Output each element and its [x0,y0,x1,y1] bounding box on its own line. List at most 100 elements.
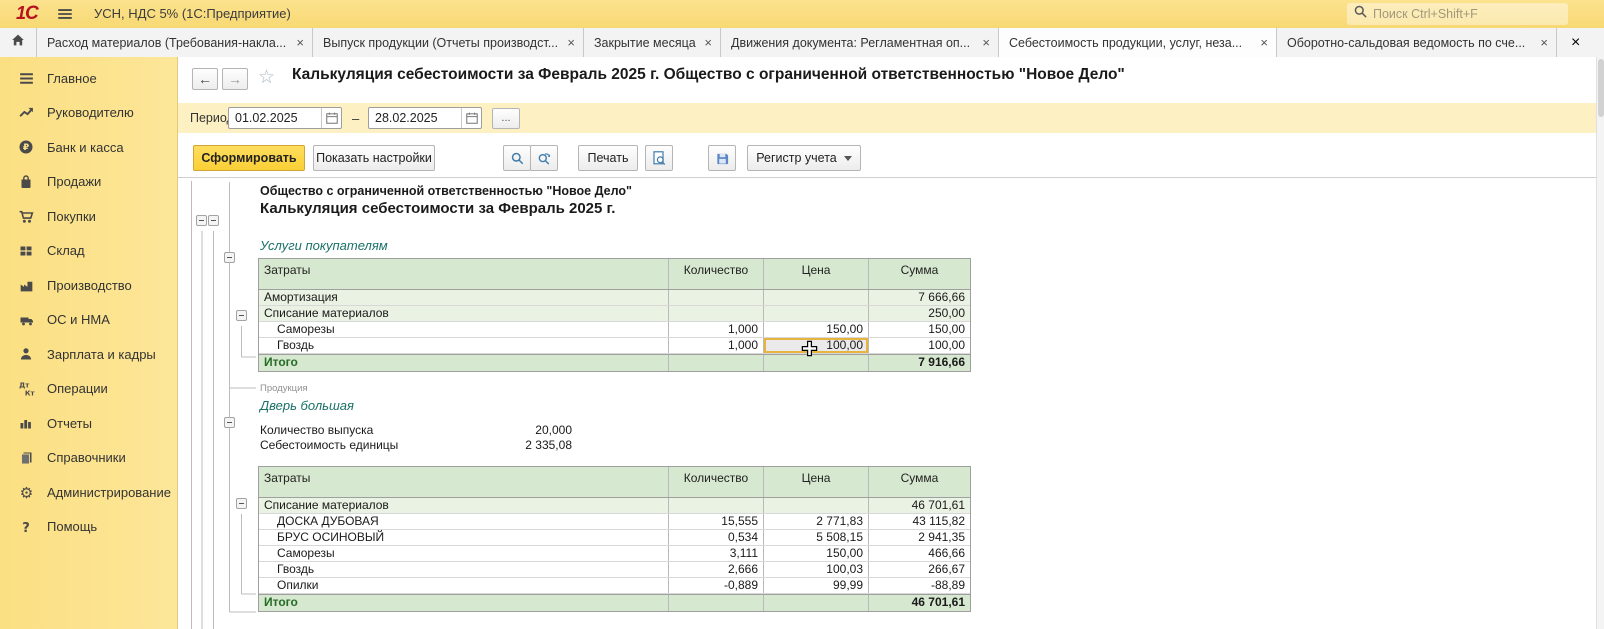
sidebar-item-главное[interactable]: Главное [0,61,177,96]
sum-cell[interactable]: 266,67 [869,562,970,577]
show-settings-button[interactable]: Показать настройки [313,145,435,171]
quantity-cell[interactable]: 2,666 [669,562,764,577]
price-cell[interactable] [764,306,869,321]
table-row[interactable]: Саморезы1,000150,00150,00 [259,322,970,338]
table-row[interactable]: Гвоздь1,000100,00100,00 [259,338,970,354]
save-button[interactable] [708,145,736,171]
table-total-row[interactable]: Итого 46 701,61 [259,594,970,611]
sum-cell[interactable]: 2 941,35 [869,530,970,545]
price-cell[interactable]: 150,00 [764,546,869,561]
sum-cell[interactable]: 7 916,66 [869,355,970,371]
cost-item-cell[interactable]: Амортизация [259,290,669,305]
price-cell[interactable] [764,595,869,611]
sidebar-item-покупки[interactable]: Покупки [0,199,177,234]
price-cell[interactable] [764,290,869,305]
sum-cell[interactable]: 43 115,82 [869,514,970,529]
column-header[interactable]: Количество [669,467,764,497]
tab-4[interactable]: Себестоимость продукции, услуг, неза...× [999,28,1277,57]
table-row[interactable]: ДОСКА ДУБОВАЯ15,5552 771,8343 115,82 [259,514,970,530]
cost-item-cell[interactable]: Итого [259,355,669,371]
vertical-scrollbar[interactable] [1596,57,1604,629]
collapse-button[interactable] [236,310,247,321]
table-total-row[interactable]: Итого 7 916,66 [259,354,970,371]
favorite-star-icon[interactable]: ☆ [258,66,275,89]
print-button[interactable]: Печать [578,145,638,171]
back-button[interactable]: ← [192,68,218,90]
quantity-cell[interactable] [669,595,764,611]
print-preview-button[interactable] [645,145,673,171]
quantity-cell[interactable] [669,290,764,305]
price-cell[interactable]: 2 771,83 [764,514,869,529]
collapse-button[interactable] [224,417,235,428]
sidebar-item-руководителю[interactable]: Руководителю [0,96,177,131]
register-dropdown-button[interactable]: Регистр учета [747,145,861,171]
sum-cell[interactable]: 100,00 [869,338,970,353]
collapse-button[interactable] [236,498,247,509]
tab-partial[interactable]: × [1557,28,1604,57]
column-header[interactable]: Количество [669,259,764,289]
sum-cell[interactable]: 150,00 [869,322,970,337]
tab-close-icon[interactable]: × [296,35,304,50]
sum-cell[interactable]: 250,00 [869,306,970,321]
tab-close-icon[interactable]: × [704,35,712,50]
quantity-cell[interactable]: 1,000 [669,322,764,337]
cost-item-cell[interactable]: Саморезы [259,546,669,561]
sidebar-item-склад[interactable]: Склад [0,234,177,269]
table-row[interactable]: Списание материалов 250,00 [259,306,970,322]
search-next-button[interactable] [530,145,558,171]
quantity-cell[interactable]: 15,555 [669,514,764,529]
quantity-cell[interactable]: -0,889 [669,578,764,593]
cost-item-cell[interactable]: БРУС ОСИНОВЫЙ [259,530,669,545]
collapse-button[interactable] [224,252,235,263]
generate-button[interactable]: Сформировать [193,145,305,171]
period-more-button[interactable]: ... [492,108,520,129]
table-row[interactable]: Амортизация7 666,66 [259,290,970,306]
sum-cell[interactable]: 46 701,61 [869,498,970,513]
tab-close-icon[interactable]: × [1260,35,1268,50]
sum-cell[interactable]: 466,66 [869,546,970,561]
sidebar-item-производство[interactable]: Производство [0,268,177,303]
scrollbar-thumb[interactable] [1598,59,1604,117]
quantity-cell[interactable] [669,355,764,371]
period-from-input[interactable]: 01.02.2025 [228,107,342,129]
table-row[interactable]: Опилки-0,88999,99-88,89 [259,578,970,594]
quantity-cell[interactable]: 1,000 [669,338,764,353]
sidebar-item-администрирование[interactable]: ⚙Администрирование [0,475,177,510]
sum-cell[interactable]: -88,89 [869,578,970,593]
forward-button[interactable]: → [222,68,248,90]
table-row[interactable]: БРУС ОСИНОВЫЙ0,5345 508,152 941,35 [259,530,970,546]
sidebar-item-зарплата-и-кадры[interactable]: Зарплата и кадры [0,337,177,372]
sidebar-item-операции[interactable]: ДтКтОперации [0,372,177,407]
sidebar-item-отчеты[interactable]: Отчеты [0,406,177,441]
collapse-button[interactable] [208,215,219,226]
cost-item-cell[interactable]: Итого [259,595,669,611]
cost-item-cell[interactable]: Опилки [259,578,669,593]
price-cell[interactable]: 5 508,15 [764,530,869,545]
sidebar-item-помощь[interactable]: ?Помощь [0,510,177,545]
price-cell[interactable]: 150,00 [764,322,869,337]
tab-close-icon[interactable]: × [1540,35,1548,50]
column-header[interactable]: Сумма [869,467,970,497]
calendar-icon[interactable] [321,108,341,128]
price-cell[interactable]: 99,99 [764,578,869,593]
column-header[interactable]: Цена [764,467,869,497]
sum-cell[interactable]: 46 701,61 [869,595,970,611]
cost-item-cell[interactable]: Гвоздь [259,562,669,577]
sidebar-item-ос-и-нма[interactable]: ОС и НМА [0,303,177,338]
column-header[interactable]: Сумма [869,259,970,289]
price-cell[interactable]: 100,03 [764,562,869,577]
column-header[interactable]: Затраты [259,467,669,497]
cost-item-cell[interactable]: Списание материалов [259,306,669,321]
tab-close-icon[interactable]: × [1571,34,1580,52]
tab-close-icon[interactable]: × [567,35,575,50]
price-cell[interactable] [764,498,869,513]
tab-3[interactable]: Движения документа: Регламентная оп...× [721,28,999,57]
period-to-input[interactable]: 28.02.2025 [368,107,482,129]
table-row[interactable]: Списание материалов46 701,61 [259,498,970,514]
search-in-report-button[interactable] [503,145,531,171]
table-row[interactable]: Гвоздь2,666100,03266,67 [259,562,970,578]
quantity-cell[interactable]: 3,111 [669,546,764,561]
calendar-icon[interactable] [461,108,481,128]
quantity-cell[interactable] [669,306,764,321]
collapse-button[interactable] [196,215,207,226]
